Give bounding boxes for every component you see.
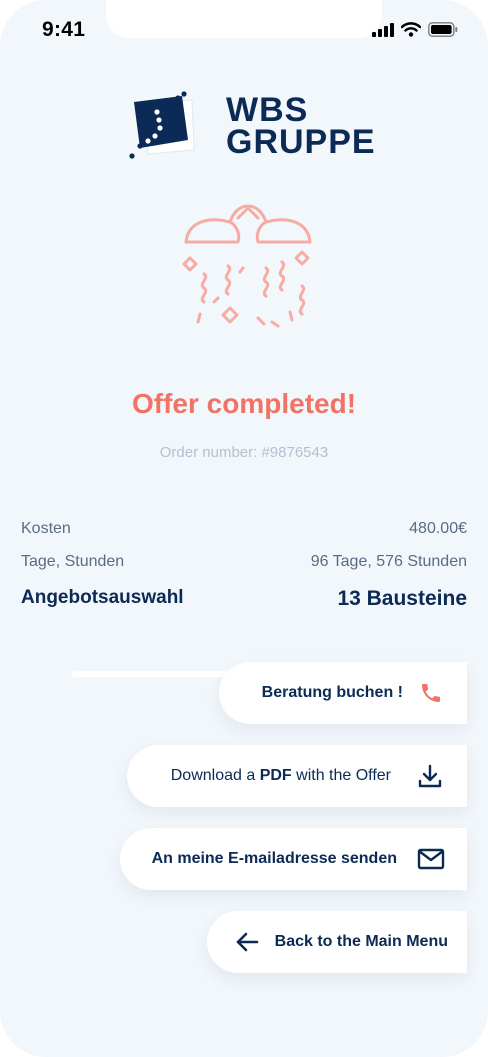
summary-row-cost: Kosten 480.00€ xyxy=(21,520,467,538)
summary-value: 96 Tage, 576 Stunden xyxy=(310,553,467,570)
page-title: Offer completed! xyxy=(131,388,357,419)
summary-label: Angebotsauswahl xyxy=(21,587,184,608)
download-prefix: Download a xyxy=(170,767,260,784)
send-email-button[interactable]: An meine E-mailadresse senden xyxy=(120,828,467,890)
logo-text: WBS GRUPPE xyxy=(226,91,376,161)
status-icons xyxy=(372,22,458,37)
mail-icon xyxy=(417,848,445,870)
back-to-main-menu-button[interactable]: Back to the Main Menu xyxy=(207,911,467,973)
order-number: Order number: #9876543 xyxy=(159,444,329,461)
summary-label: Tage, Stunden xyxy=(21,553,125,570)
back-to-main-menu-label: Back to the Main Menu xyxy=(274,933,448,950)
summary-row-selection: Angebotsauswahl 13 Bausteine xyxy=(21,587,467,611)
download-bold: PDF xyxy=(259,767,292,784)
book-consultation-label: Beratung buchen ! xyxy=(261,684,403,701)
download-pdf-button[interactable]: Download a PDF with the Offer xyxy=(127,745,467,807)
logo-line-2: GRUPPE xyxy=(226,123,376,161)
logo-mark-icon xyxy=(129,91,195,159)
confetti-popper-icon xyxy=(182,204,312,328)
status-time: 9:41 xyxy=(42,18,86,41)
download-pdf-label: Download a PDF with the Offer xyxy=(171,767,391,785)
wbs-logo: WBS GRUPPE xyxy=(126,90,375,170)
phone-screen: 9:41 WBS GRUPPE Offer completed! Order n… xyxy=(0,0,488,1057)
phone-icon xyxy=(419,681,443,705)
device-notch xyxy=(106,0,382,38)
arrow-left-icon xyxy=(235,931,259,953)
battery-icon xyxy=(428,22,458,37)
wifi-icon xyxy=(401,22,421,37)
download-suffix: with the Offer xyxy=(291,767,391,784)
summary-row-days: Tage, Stunden 96 Tage, 576 Stunden xyxy=(21,553,467,571)
cellular-signal-icon xyxy=(372,22,394,37)
summary-value: 480.00€ xyxy=(409,520,467,537)
book-consultation-button[interactable]: Beratung buchen ! xyxy=(219,662,467,724)
send-email-label: An meine E-mailadresse senden xyxy=(151,850,397,867)
summary-value: 13 Bausteine xyxy=(337,587,467,610)
summary-label: Kosten xyxy=(21,520,71,537)
logo-line-1: WBS xyxy=(226,91,309,129)
download-icon xyxy=(417,763,443,789)
